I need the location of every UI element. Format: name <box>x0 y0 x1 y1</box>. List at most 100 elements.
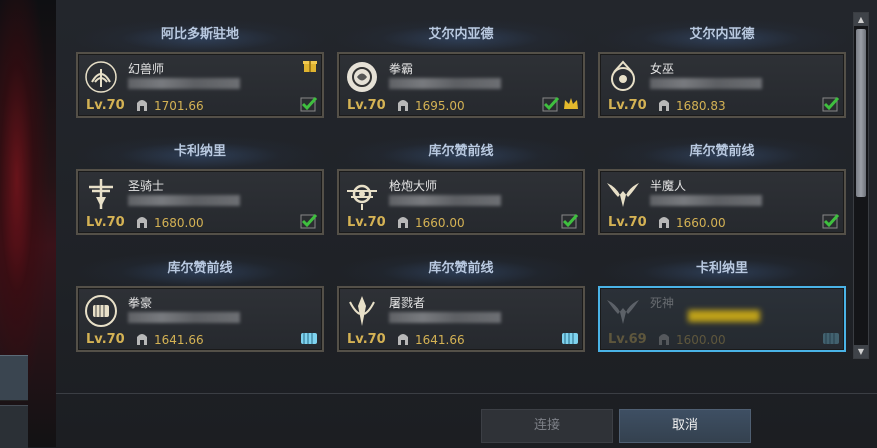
character-card-selected[interactable]: 死神 Lv.69 1600.00 <box>598 286 846 352</box>
helmet-icon <box>398 217 408 228</box>
character-card[interactable]: 幻兽师 Lv.70 1701.66 <box>76 52 324 118</box>
scroll-down-icon[interactable]: ▼ <box>854 345 868 358</box>
class-name: 幻兽师 <box>128 62 165 76</box>
check-icon <box>300 213 318 229</box>
character-slot: 卡利纳里 死神 Lv.69 1600.00 <box>598 252 846 352</box>
level: Lv.70 <box>86 215 125 230</box>
character-slot: 库尔赞前线 枪炮大师 Lv.70 1660.00 <box>337 135 585 235</box>
item-level: 1641.66 <box>415 333 465 347</box>
paladin-emblem-icon <box>84 177 118 211</box>
demonic-emblem-icon <box>606 177 640 211</box>
character-card[interactable]: 拳霸 Lv.70 1695.00 <box>337 52 585 118</box>
server-name: 库尔赞前线 <box>337 135 585 169</box>
character-name-redacted <box>650 195 762 206</box>
connect-button[interactable]: 连接 <box>481 409 613 443</box>
character-card[interactable]: 枪炮大师 Lv.70 1660.00 <box>337 169 585 235</box>
level: Lv.69 <box>608 332 647 347</box>
character-card[interactable]: 屠戮者 Lv.70 1641.66 <box>337 286 585 352</box>
character-slot: 艾尔内亚德 拳霸 Lv.70 1695.00 <box>337 18 585 118</box>
level: Lv.70 <box>608 98 647 113</box>
character-card[interactable]: 圣骑士 Lv.70 1680.00 <box>76 169 324 235</box>
class-name: 拳豪 <box>128 296 153 310</box>
character-name-redacted <box>688 310 760 322</box>
item-level: 1660.00 <box>415 216 465 230</box>
helmet-icon <box>137 334 147 345</box>
scroll-up-icon[interactable]: ▲ <box>854 13 868 26</box>
character-card[interactable]: 半魔人 Lv.70 1660.00 <box>598 169 846 235</box>
character-slot: 艾尔内亚德 女巫 Lv.70 1680.83 <box>598 18 846 118</box>
check-icon <box>300 96 318 112</box>
item-level: 1680.00 <box>154 216 204 230</box>
level: Lv.70 <box>347 332 386 347</box>
cancel-button[interactable]: 取消 <box>619 409 751 443</box>
character-select-panel: 阿比多斯驻地 幻兽师 Lv.70 1701.66 艾尔内亚德 拳霸 Lv.70 … <box>56 0 877 447</box>
server-name: 卡利纳里 <box>76 135 324 169</box>
character-card[interactable]: 拳豪 Lv.70 1641.66 <box>76 286 324 352</box>
character-name-redacted <box>128 312 240 323</box>
level: Lv.70 <box>86 332 125 347</box>
character-name-redacted <box>128 195 240 206</box>
character-name-redacted <box>389 78 501 89</box>
scrollbar[interactable]: ▲ ▼ <box>853 12 869 359</box>
fist-badge-icon <box>562 333 578 344</box>
divider <box>56 393 877 394</box>
check-icon <box>822 213 840 229</box>
character-slot: 库尔赞前线 拳豪 Lv.70 1641.66 <box>76 252 324 352</box>
background-artwork <box>0 0 56 448</box>
level: Lv.70 <box>608 215 647 230</box>
class-name: 半魔人 <box>650 179 687 193</box>
server-name: 库尔赞前线 <box>598 135 846 169</box>
crown-icon <box>564 98 578 109</box>
helmet-icon <box>137 217 147 228</box>
item-level: 1701.66 <box>154 99 204 113</box>
helmet-icon <box>659 217 669 228</box>
class-name: 拳霸 <box>389 62 414 76</box>
class-name: 女巫 <box>650 62 675 76</box>
character-slot: 库尔赞前线 半魔人 Lv.70 1660.00 <box>598 135 846 235</box>
class-name: 屠戮者 <box>389 296 426 310</box>
helmet-icon <box>398 100 408 111</box>
server-name: 阿比多斯驻地 <box>76 18 324 52</box>
character-name-redacted <box>389 195 501 206</box>
server-name: 艾尔内亚德 <box>598 18 846 52</box>
class-name: 死神 <box>650 296 675 310</box>
character-slot: 阿比多斯驻地 幻兽师 Lv.70 1701.66 <box>76 18 324 118</box>
level: Lv.70 <box>347 98 386 113</box>
side-tab[interactable] <box>0 355 28 401</box>
helmet-icon <box>659 100 669 111</box>
fist-badge-icon <box>301 333 317 344</box>
summoner-emblem-icon <box>84 60 118 94</box>
class-name: 圣骑士 <box>128 179 165 193</box>
level: Lv.70 <box>347 215 386 230</box>
character-grid: 阿比多斯驻地 幻兽师 Lv.70 1701.66 艾尔内亚德 拳霸 Lv.70 … <box>76 0 848 395</box>
character-slot: 库尔赞前线 屠戮者 Lv.70 1641.66 <box>337 252 585 352</box>
server-name: 艾尔内亚德 <box>337 18 585 52</box>
check-icon <box>822 96 840 112</box>
server-name: 卡利纳里 <box>598 252 846 286</box>
character-name-redacted <box>650 78 762 89</box>
item-level: 1600.00 <box>676 333 726 347</box>
fist-emblem-icon <box>84 294 118 328</box>
item-level: 1695.00 <box>415 99 465 113</box>
item-level: 1660.00 <box>676 216 726 230</box>
gunner-emblem-icon <box>345 177 379 211</box>
side-tab[interactable] <box>0 405 28 448</box>
server-name: 库尔赞前线 <box>337 252 585 286</box>
item-level: 1641.66 <box>154 333 204 347</box>
character-name-redacted <box>128 78 240 89</box>
character-card[interactable]: 女巫 Lv.70 1680.83 <box>598 52 846 118</box>
gift-icon <box>303 61 317 72</box>
reaper-emblem-icon <box>606 294 640 328</box>
scroll-thumb[interactable] <box>856 29 866 197</box>
helmet-icon <box>398 334 408 345</box>
character-slot: 卡利纳里 圣骑士 Lv.70 1680.00 <box>76 135 324 235</box>
brawler-emblem-icon <box>345 60 379 94</box>
witch-emblem-icon <box>606 60 640 94</box>
class-name: 枪炮大师 <box>389 179 438 193</box>
check-icon <box>542 96 560 112</box>
helmet-icon <box>137 100 147 111</box>
fist-badge-icon <box>823 333 839 344</box>
character-name-redacted <box>389 312 501 323</box>
server-name: 库尔赞前线 <box>76 252 324 286</box>
level: Lv.70 <box>86 98 125 113</box>
